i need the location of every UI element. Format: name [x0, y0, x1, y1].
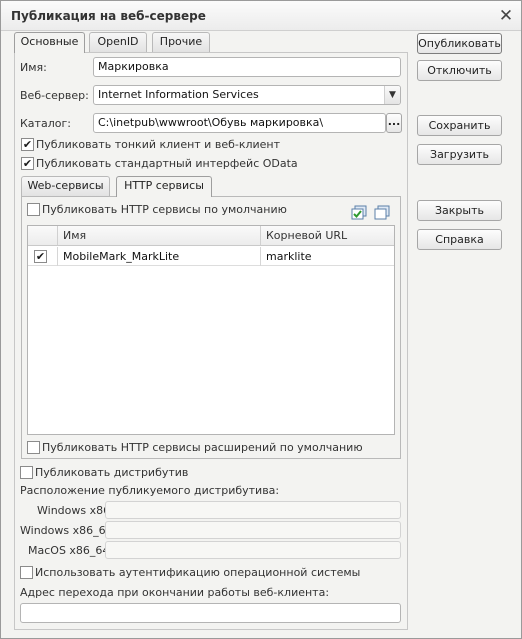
publish-odata-label: Публиковать стандартный интерфейс OData: [36, 157, 298, 170]
publish-http-default-label: Публиковать HTTP сервисы по умолчанию: [42, 203, 287, 216]
publish-http-extensions-label: Публиковать HTTP сервисы расширений по у…: [42, 441, 363, 454]
publish-http-default-checkbox[interactable]: [27, 203, 40, 216]
os-auth-checkbox[interactable]: [20, 566, 33, 579]
publish-odata-checkbox[interactable]: ✔: [21, 157, 34, 170]
macos-x86-64-field[interactable]: [105, 541, 401, 559]
help-button[interactable]: Справка: [417, 229, 502, 250]
catalog-label: Каталог:: [20, 117, 71, 130]
row-root-url-cell: marklite: [266, 250, 312, 263]
redirect-label: Адрес перехода при окончании работы веб-…: [20, 586, 330, 599]
publish-dialog: Публикация на веб-сервере ✕ Основные Ope…: [0, 0, 522, 639]
name-field[interactable]: Маркировка: [93, 57, 401, 77]
webserver-label: Веб-сервер:: [20, 89, 89, 102]
redirect-field[interactable]: [20, 603, 401, 623]
macos-x86-64-label: MacOS x86_64:: [28, 544, 114, 557]
windows-x86-label: Windows x86:: [37, 504, 114, 517]
disable-button[interactable]: Отключить: [417, 60, 502, 81]
os-auth-label: Использовать аутентификацию операционной…: [35, 566, 361, 579]
check-column-header: [28, 226, 58, 246]
webserver-value: Internet Information Services: [98, 88, 259, 101]
close-button[interactable]: Закрыть: [417, 200, 502, 221]
publish-thin-client-label: Публиковать тонкий клиент и веб-клиент: [36, 138, 281, 151]
row-name-cell: MobileMark_MarkLite: [58, 247, 261, 266]
save-button[interactable]: Сохранить: [417, 115, 502, 136]
windows-x86-field[interactable]: [105, 501, 401, 519]
publish-http-extensions-checkbox[interactable]: [27, 441, 40, 454]
column-header-name[interactable]: Имя: [58, 226, 261, 246]
title-bar: Публикация на веб-сервере ✕: [1, 1, 521, 31]
column-header-root-url[interactable]: Корневой URL: [261, 226, 394, 246]
publish-distributive-label: Публиковать дистрибутив: [35, 466, 189, 479]
check-all-icon[interactable]: [351, 205, 367, 220]
load-button[interactable]: Загрузить: [417, 144, 502, 165]
table-row[interactable]: ✔ MobileMark_MarkLite marklite: [28, 247, 394, 266]
windows-x86-64-field[interactable]: [105, 521, 401, 539]
tab-other[interactable]: Прочие: [152, 32, 210, 52]
catalog-field[interactable]: C:\inetpub\wwwroot\Обувь маркировка\: [93, 113, 386, 133]
http-services-table: Имя Корневой URL ✔ MobileMark_MarkLite m…: [27, 225, 395, 435]
name-label: Имя:: [20, 61, 47, 74]
publish-button[interactable]: Опубликовать: [417, 33, 502, 54]
dropdown-arrow-icon[interactable]: ▼: [384, 86, 400, 104]
uncheck-all-icon[interactable]: [374, 205, 390, 220]
tab-openid[interactable]: OpenID: [89, 32, 147, 52]
publish-distributive-checkbox[interactable]: [20, 466, 33, 479]
tab-main[interactable]: Основные: [14, 32, 85, 53]
catalog-browse-button[interactable]: ...: [386, 113, 402, 133]
windows-x86-64-label: Windows x86_64:: [20, 524, 117, 537]
publish-thin-client-checkbox[interactable]: ✔: [21, 138, 34, 151]
tab-web-services[interactable]: Web-сервисы: [21, 176, 110, 196]
distributive-location-label: Расположение публикуемого дистрибутива:: [20, 484, 280, 497]
row-check-cell: ✔: [28, 247, 58, 266]
close-icon[interactable]: ✕: [497, 7, 515, 25]
webserver-select[interactable]: Internet Information Services ▼: [93, 85, 401, 105]
window-title: Публикация на веб-сервере: [11, 9, 206, 23]
tab-http-services[interactable]: HTTP сервисы: [116, 176, 212, 197]
row-checkbox[interactable]: ✔: [34, 250, 47, 263]
